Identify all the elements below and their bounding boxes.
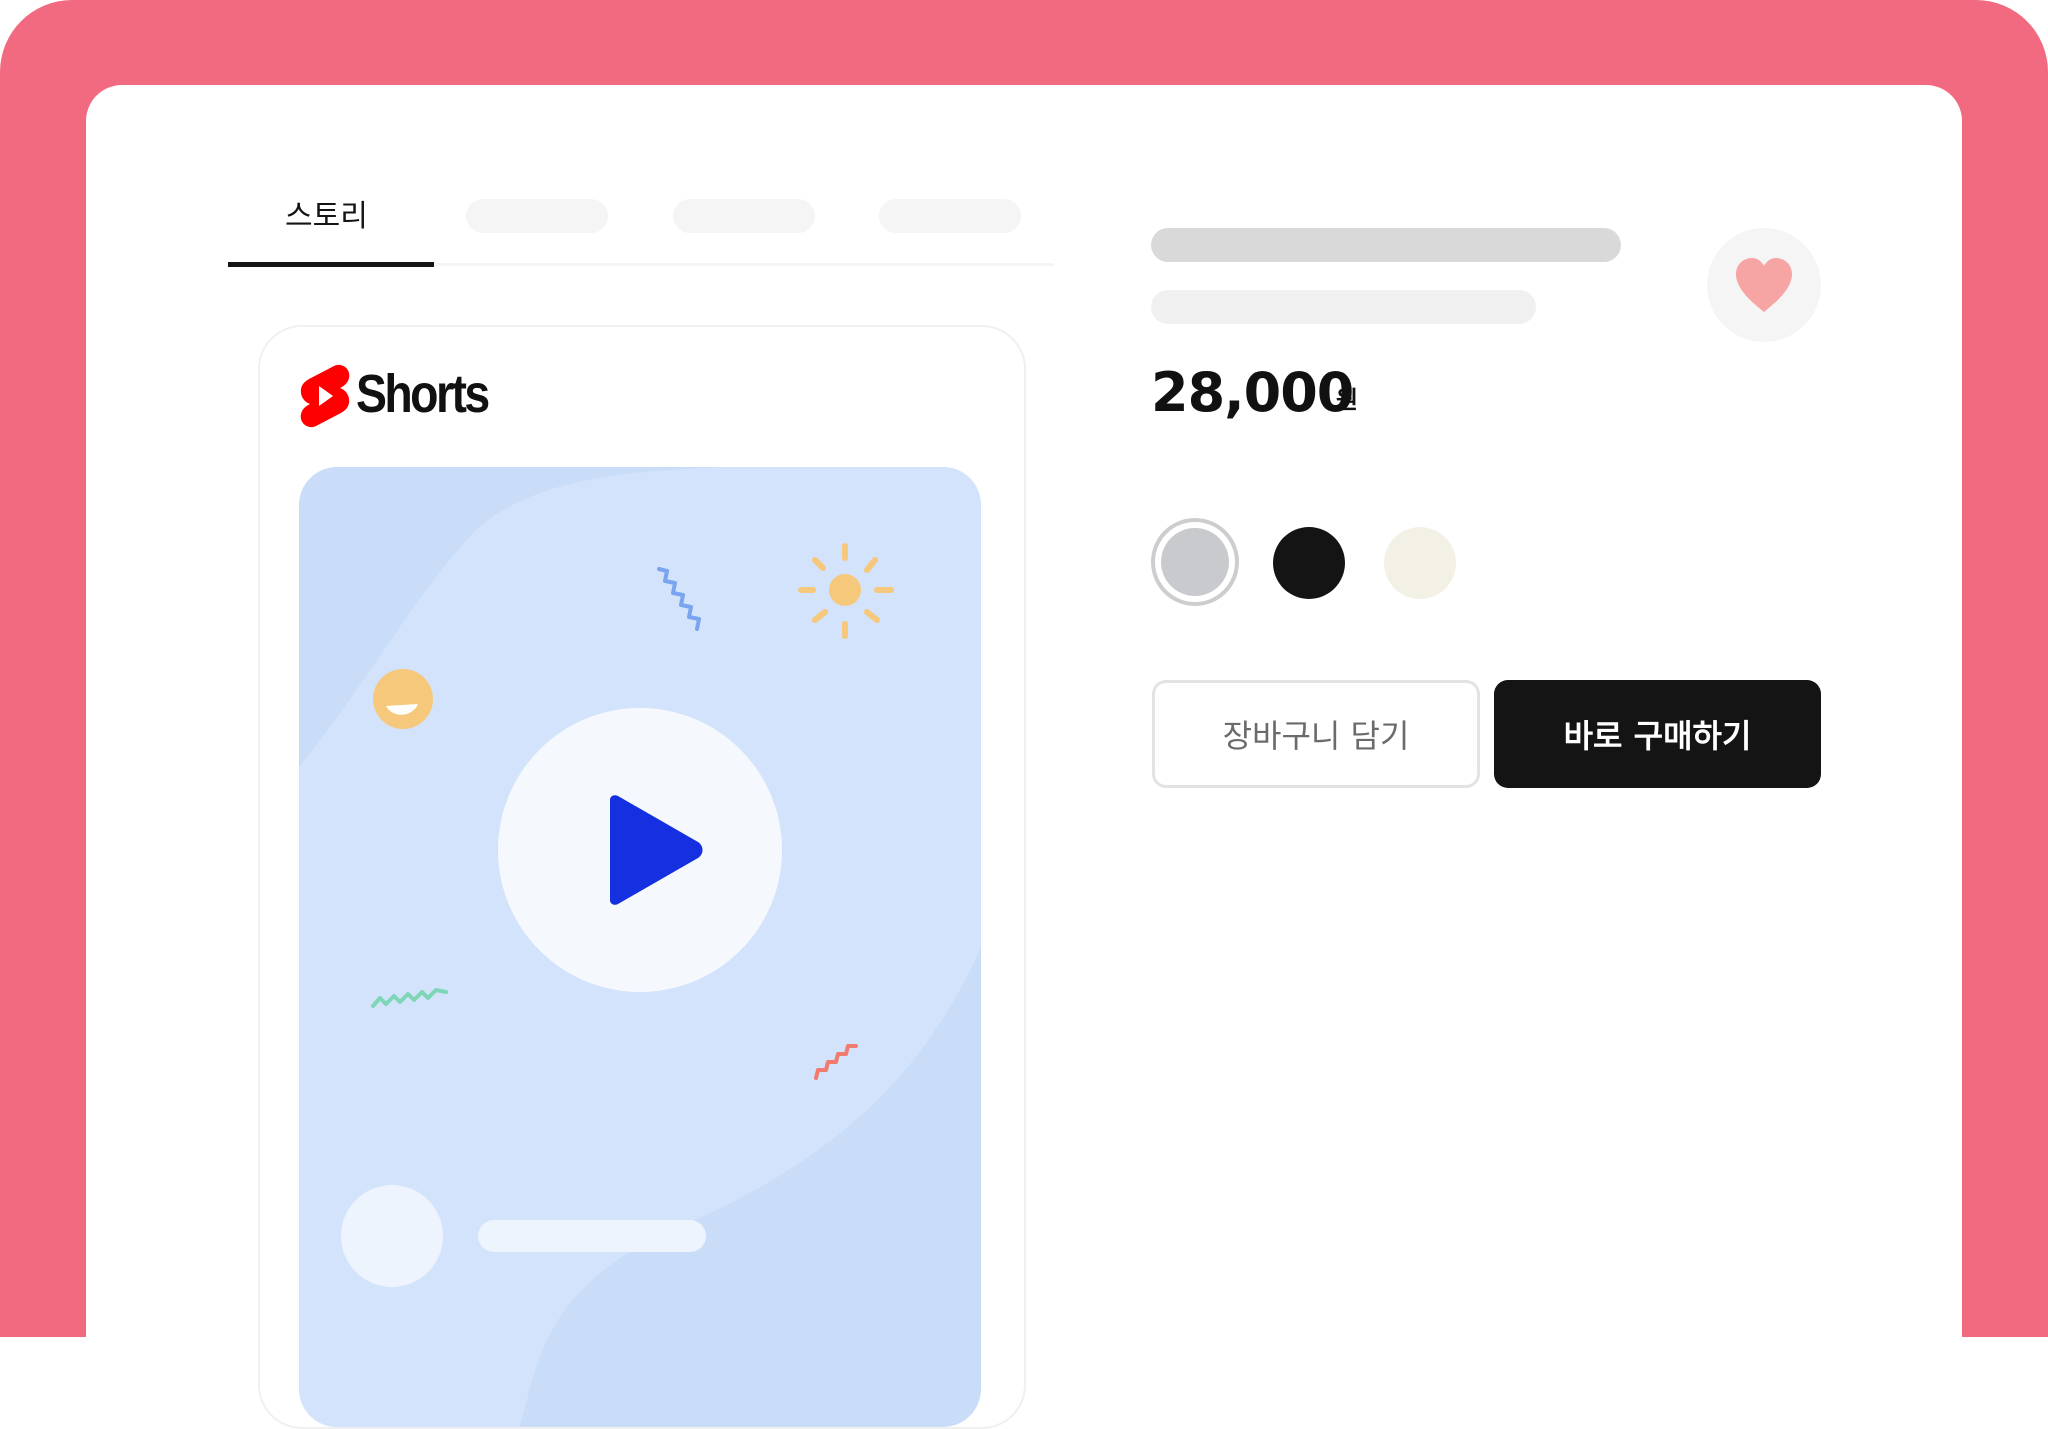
creator-avatar-placeholder xyxy=(341,1185,443,1287)
tab-placeholder[interactable] xyxy=(466,199,608,233)
color-option-gray-fill xyxy=(1161,528,1229,596)
squiggle-doodle-icon xyxy=(371,988,448,1008)
tab-divider xyxy=(434,263,1054,266)
shorts-brand-label: Shorts xyxy=(356,364,490,424)
color-option-cream[interactable] xyxy=(1384,527,1456,599)
zigzag-red-doodle-icon xyxy=(814,1044,858,1080)
tab-placeholder[interactable] xyxy=(673,199,815,233)
tab-story[interactable]: 스토리 xyxy=(285,196,371,238)
zigzag-doodle-icon xyxy=(657,567,701,631)
play-icon[interactable] xyxy=(600,794,706,906)
sun-doodle-icon xyxy=(798,543,894,639)
smiley-face-icon xyxy=(373,669,433,729)
product-price: 28,000 xyxy=(1151,361,1354,424)
product-subtitle-placeholder xyxy=(1151,290,1536,324)
color-option-black[interactable] xyxy=(1273,527,1345,599)
heart-icon xyxy=(1736,258,1792,312)
buy-now-button[interactable]: 바로 구매하기 xyxy=(1494,680,1821,788)
price-currency: 원 xyxy=(1336,386,1359,414)
wishlist-button[interactable] xyxy=(1707,228,1821,342)
add-to-cart-button[interactable]: 장바구니 담기 xyxy=(1152,680,1480,788)
add-to-cart-label: 장바구니 담기 xyxy=(1222,717,1410,755)
creator-name-placeholder xyxy=(478,1220,706,1252)
buy-now-label: 바로 구매하기 xyxy=(1563,717,1752,755)
product-title-placeholder xyxy=(1151,228,1621,262)
active-tab-indicator xyxy=(228,262,434,267)
color-option-gray[interactable] xyxy=(1151,518,1239,606)
tab-placeholder[interactable] xyxy=(879,199,1021,233)
youtube-shorts-logo-icon xyxy=(300,364,350,428)
